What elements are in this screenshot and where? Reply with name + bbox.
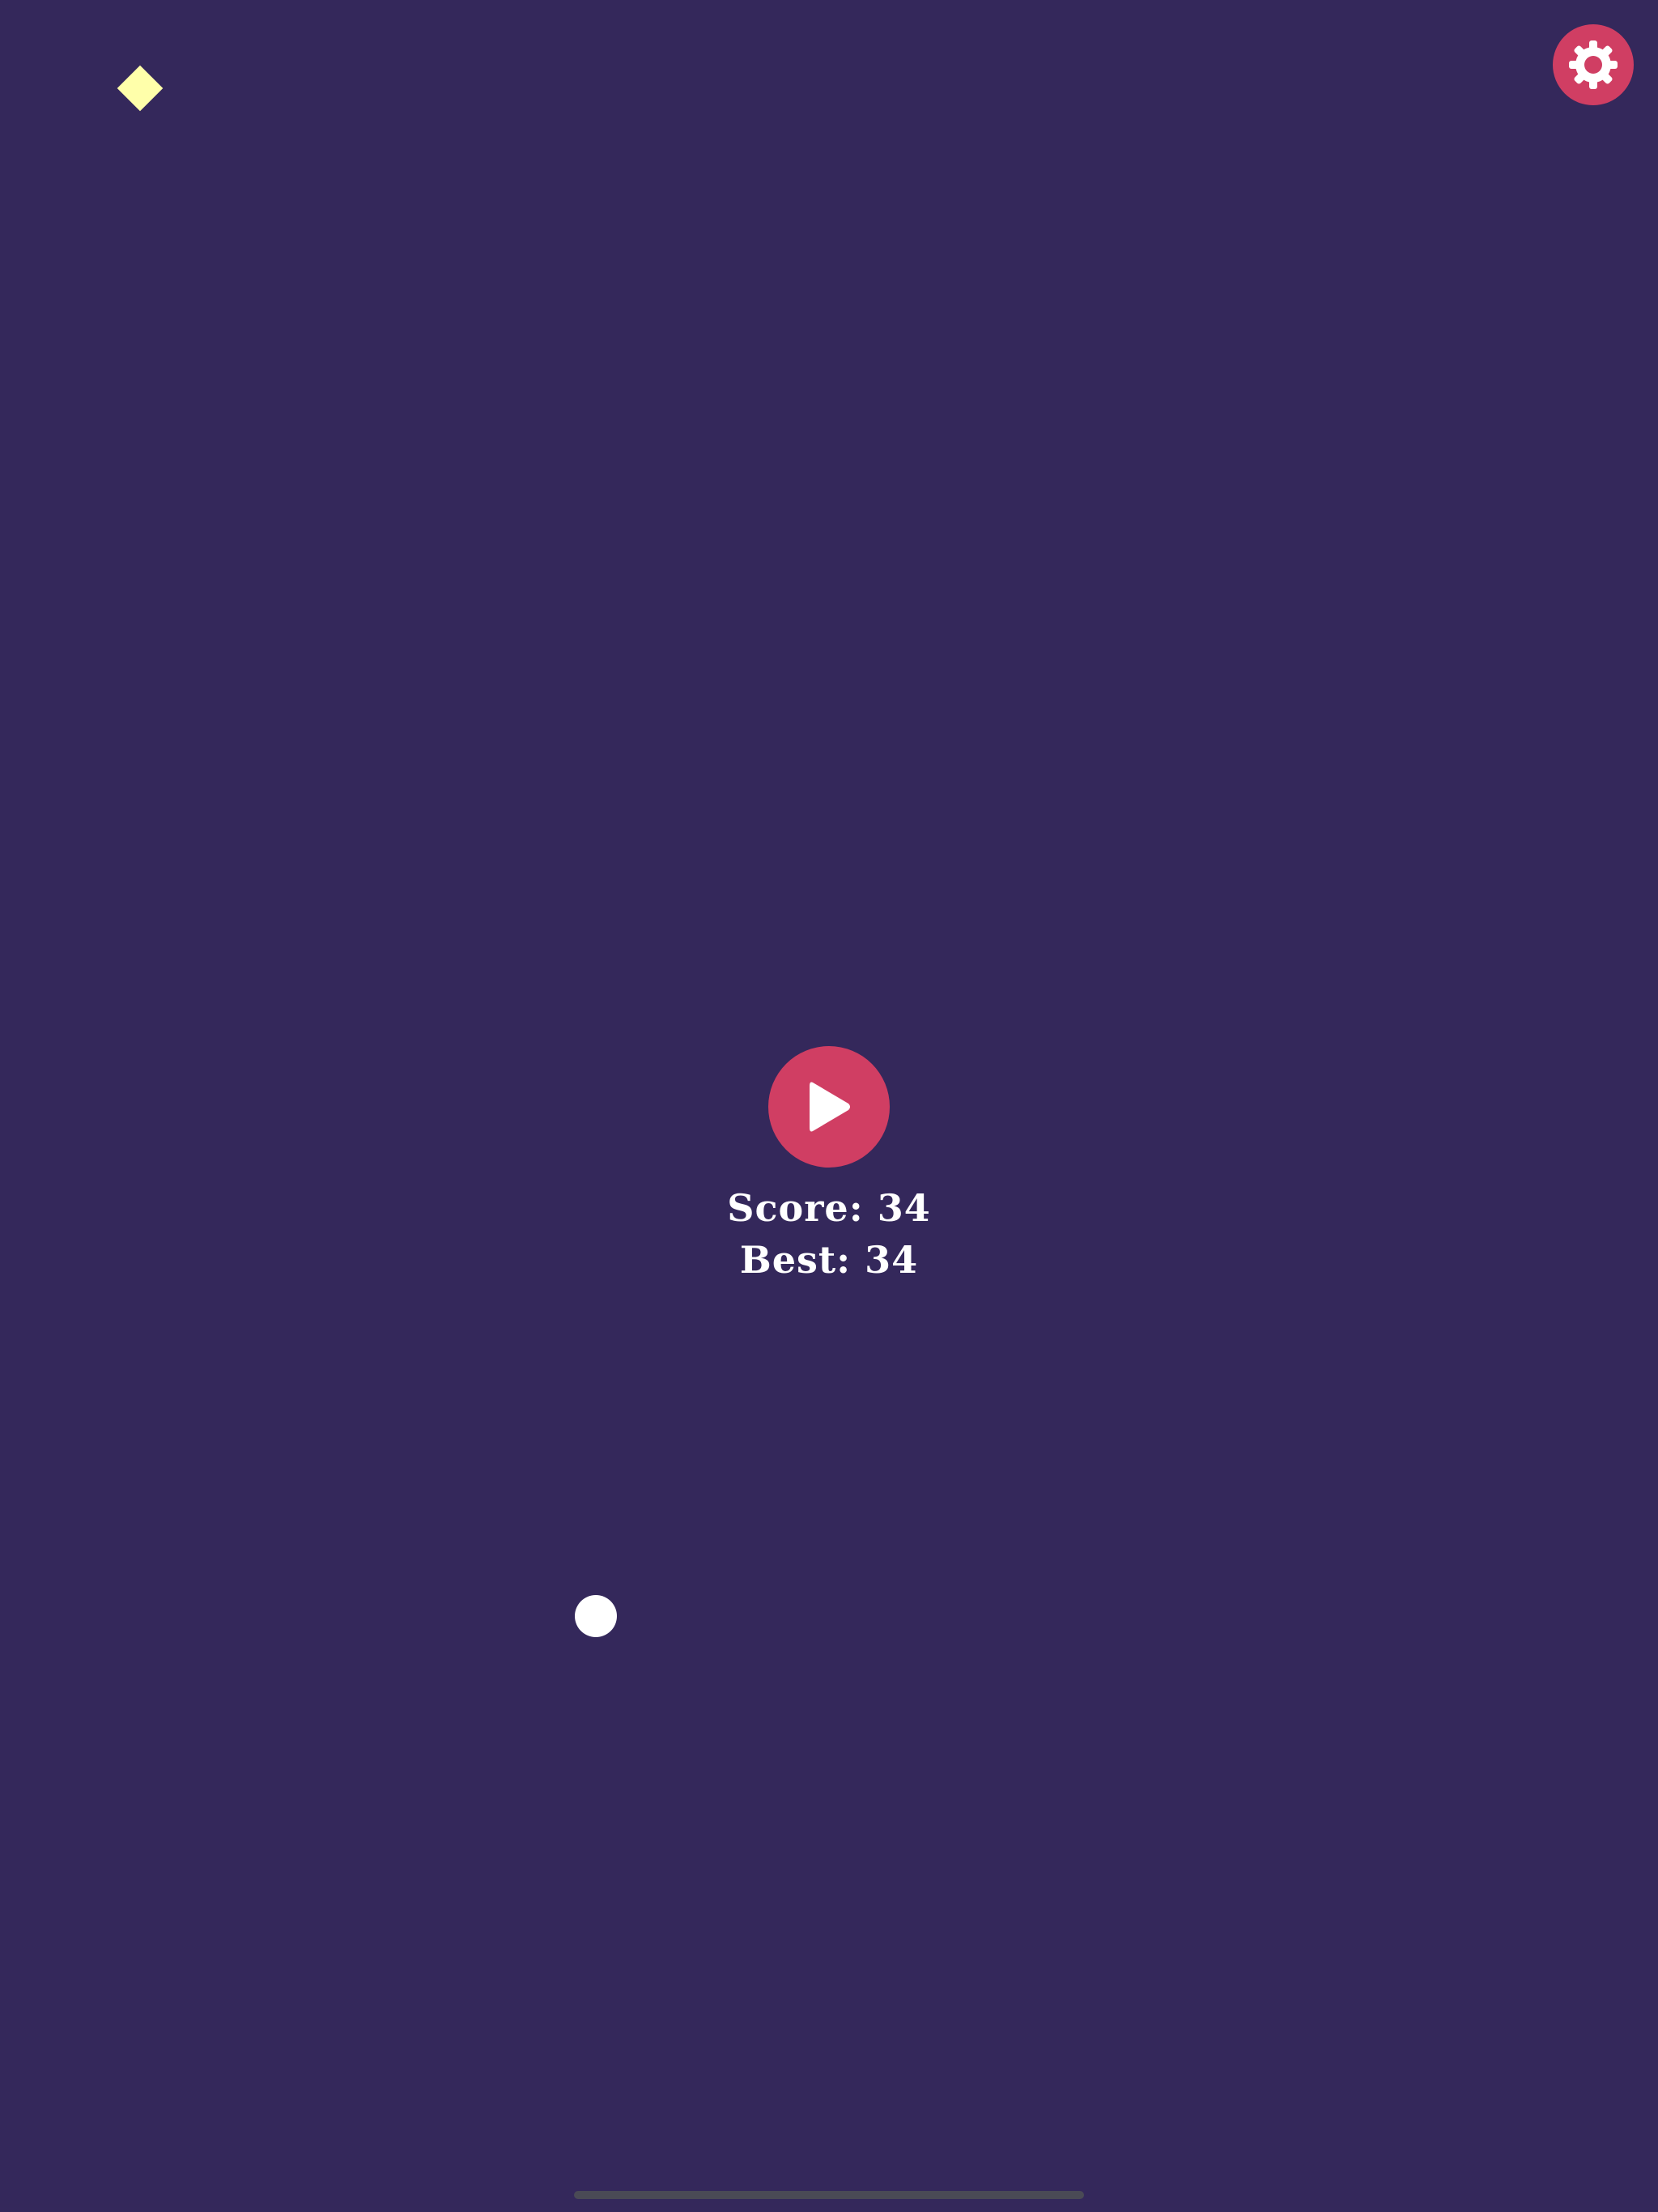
score-panel: Score: 34 Best: 34 bbox=[0, 1182, 1658, 1286]
settings-button[interactable] bbox=[1553, 24, 1634, 105]
score-label: Score: 34 bbox=[727, 1186, 931, 1230]
ball-icon bbox=[575, 1595, 617, 1637]
gear-icon bbox=[1569, 40, 1618, 89]
home-indicator[interactable] bbox=[574, 2191, 1084, 2199]
play-icon bbox=[810, 1082, 850, 1132]
diamond-collectible-icon bbox=[117, 65, 164, 112]
play-button[interactable] bbox=[768, 1046, 890, 1168]
best-score-label: Best: 34 bbox=[739, 1238, 919, 1282]
